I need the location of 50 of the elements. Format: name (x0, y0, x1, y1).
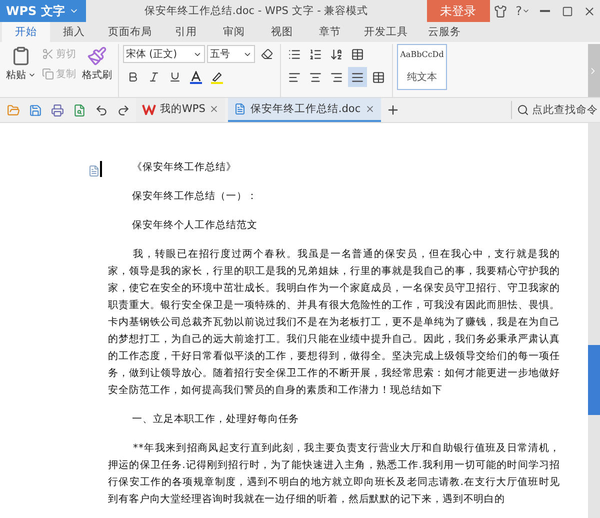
heading-text: 保安年终工作总结（一）： (131, 190, 258, 204)
font-size-select[interactable]: 五号 (207, 45, 255, 63)
ribbon-tab[interactable]: 插入 (50, 22, 98, 42)
style-preview[interactable]: AaBbCcDd 纯文本 (397, 44, 447, 90)
align-justify-icon (351, 70, 364, 84)
ribbon-tab[interactable]: 页面布局 (98, 22, 162, 42)
clipboard-icon (11, 46, 31, 66)
ribbon-tab[interactable]: 引用 (162, 22, 210, 42)
ribbon-tab[interactable]: 云服务 (418, 22, 471, 42)
heading-text: 一、立足本职工作，处理好每向任务 (131, 412, 300, 427)
document-icon (234, 103, 246, 115)
font-family-select[interactable]: 宋体 (正文) (123, 45, 205, 63)
heading-text: 《保安年终工作总结》 (131, 160, 238, 175)
ribbon-tab[interactable]: 审阅 (210, 22, 258, 42)
app-menu-button[interactable]: WPS 文字 (0, 0, 86, 22)
ribbon-tab[interactable]: 章节 (306, 22, 354, 42)
caret-icon (28, 71, 36, 79)
paste-button[interactable]: 粘贴 (4, 46, 38, 82)
minimize-icon (540, 10, 550, 12)
style-name: 纯文本 (407, 70, 437, 84)
search-icon (517, 104, 529, 116)
maximize-icon (562, 6, 572, 16)
style-sample: AaBbCcDd (400, 50, 444, 60)
align-right-icon (330, 70, 343, 84)
help-button[interactable]: ? (512, 4, 534, 18)
scrollbar[interactable] (588, 123, 600, 518)
window-title: 保安年终工作总结.doc - WPS 文字 - 兼容模式 (143, 4, 370, 18)
align-left-icon (288, 70, 301, 84)
ribbon-tab[interactable]: 视图 (258, 22, 306, 42)
paragraph-text: **年我来到招商凤起支行直到此刻，我主要负责支行营业大厅和自助银行值班及日常清机，押运的保卫任务.记得刚到招行时，为了能快速进入主角，熟悉工作.我利用一切可能的时间学习招行保安工作的各项规章制度，遇到不明白的地方就立即向班长及老同志请教.在支行大厅值班时见到有客户向大堂经理咨询时我就在一边仔细的听着，然后默默的记下来，遇到不明白的 (108, 442, 560, 507)
close-icon (582, 4, 596, 18)
command-search[interactable]: 点此查找命令 (511, 101, 600, 119)
copy-icon (42, 68, 54, 80)
paintbrush-icon (87, 46, 107, 66)
heading-text: 保安年终个人工作总结范文 (131, 218, 258, 233)
text-cursor (100, 161, 102, 177)
caret-icon (522, 7, 530, 15)
close-tab-icon[interactable] (364, 104, 375, 114)
document-tab[interactable]: 我的WPS (136, 98, 226, 122)
paragraph-text: 我，转眼已在招行度过两个春秋。我虽是一名普通的保安员，但在我心中，支行就是我的家，领导是我的家长，行里的职工是我的兄弟姐妹，行里的事就是我自己的事，我要精心守护我的家，使它在安全的环境中茁壮成长。我明白作为一个家庭成员，一名保安员守卫招行、守卫我家的职责重大。银行安全保卫是一项特殊的、并具有很大危险性的工作，可我没有因此而胆怯、畏惧。卡内基钢铁公司总裁齐瓦勃以前说过我们不是在为老板打工，更不是单纯为了赚钱，我是在为自己的梦想打工，为自己的远大前途打工。我们只能在业绩中提升自己。因此，我们务必秉承严肃认真的工作态度，干好日常看似平淡的工作，要想得到，做得全。坚决完成上级领导交给们的每一项任务，做到让领导放心。随着招行安全保卫工作的不断开展，我经常思索：如何才能更进一步地做好安全防范工作，如何提高我们警员的自身的素质和工作潜力！现总结如下 (108, 248, 560, 398)
format-painter-button[interactable]: 格式刷 (80, 46, 114, 82)
ribbon-tab[interactable]: 开始 (2, 22, 50, 42)
align-center-icon (309, 70, 322, 84)
wps-logo-icon (142, 103, 156, 115)
close-tab-icon[interactable] (209, 104, 220, 114)
page-marker-icon (88, 165, 100, 177)
ribbon-tab[interactable]: 开发工具 (354, 22, 418, 42)
scissors-icon (42, 48, 54, 60)
document-tab[interactable]: 保安年终工作总结.doc (228, 98, 381, 122)
align-button[interactable] (348, 67, 367, 87)
